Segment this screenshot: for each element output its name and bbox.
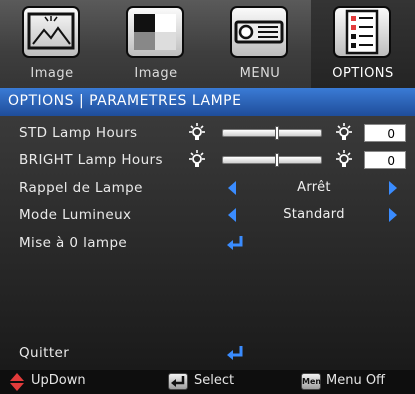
row-std-lamp-hours[interactable]: STD Lamp Hours 0 bbox=[0, 120, 415, 147]
row-rappel-de-lampe[interactable]: Rappel de Lampe Arrêt bbox=[0, 175, 415, 202]
arrow-right-icon[interactable] bbox=[389, 208, 397, 222]
checklist-icon bbox=[333, 6, 391, 58]
tab-image-1[interactable]: Image bbox=[0, 0, 104, 88]
tab-label: OPTIONS bbox=[332, 66, 394, 81]
enter-icon[interactable] bbox=[225, 234, 245, 252]
row-label: Quitter bbox=[19, 345, 70, 361]
bright-lamp-value: 0 bbox=[364, 151, 406, 169]
updown-hint: UpDown bbox=[31, 373, 86, 388]
tab-strip: Image Image MENU OPTIONS bbox=[0, 0, 415, 88]
section-header: OPTIONS | PARAMETRES LAMPE bbox=[0, 88, 415, 116]
tab-label: MENU bbox=[239, 66, 281, 81]
footer-hints: UpDown Select Menu Menu Off bbox=[0, 370, 415, 394]
row-label: Mode Lumineux bbox=[19, 207, 132, 223]
menu-key-icon: Menu bbox=[301, 373, 327, 390]
lamp-bright-icon bbox=[336, 150, 352, 167]
tab-image-2[interactable]: Image bbox=[104, 0, 208, 88]
arrow-left-icon[interactable] bbox=[228, 181, 236, 195]
enter-key-icon bbox=[168, 373, 188, 390]
row-bright-lamp-hours[interactable]: BRIGHT Lamp Hours 0 bbox=[0, 147, 415, 174]
row-label: Rappel de Lampe bbox=[19, 180, 143, 196]
std-lamp-value: 0 bbox=[364, 124, 406, 142]
enter-icon[interactable] bbox=[225, 344, 245, 362]
row-label: Mise à 0 lampe bbox=[19, 235, 128, 251]
option-value: Standard bbox=[283, 207, 345, 222]
tab-menu[interactable]: MENU bbox=[208, 0, 312, 88]
row-mise-a-0-lampe[interactable]: Mise à 0 lampe bbox=[0, 230, 415, 257]
updown-arrows-icon bbox=[10, 373, 24, 391]
row-mode-lumineux[interactable]: Mode Lumineux Standard bbox=[0, 202, 415, 229]
option-value: Arrêt bbox=[297, 180, 331, 195]
bright-lamp-slider[interactable] bbox=[222, 153, 322, 167]
select-hint: Select bbox=[194, 373, 235, 388]
lamp-bright-icon bbox=[336, 123, 352, 140]
lamp-dim-icon bbox=[189, 123, 205, 140]
row-quitter[interactable]: Quitter bbox=[0, 340, 415, 367]
arrow-left-icon[interactable] bbox=[228, 208, 236, 222]
tab-options[interactable]: OPTIONS bbox=[311, 0, 415, 88]
lamp-dim-icon bbox=[189, 150, 205, 167]
slider-knob[interactable] bbox=[275, 126, 279, 140]
slider-knob[interactable] bbox=[275, 153, 279, 167]
page-title: OPTIONS | PARAMETRES LAMPE bbox=[8, 93, 242, 109]
picture-frame-icon bbox=[22, 6, 80, 58]
arrow-right-icon[interactable] bbox=[389, 181, 397, 195]
tab-label: Image bbox=[30, 66, 74, 81]
menu-off-hint: Menu Off bbox=[326, 373, 386, 388]
contrast-icon bbox=[126, 6, 184, 58]
row-label: STD Lamp Hours bbox=[19, 125, 138, 141]
menu-body: STD Lamp Hours 0 BRIGHT Lamp Hours 0 Rap… bbox=[0, 116, 415, 370]
osd-menu: Image Image MENU OPTIONS OPTIONS | PARAM… bbox=[0, 0, 415, 394]
std-lamp-slider[interactable] bbox=[222, 126, 322, 140]
projector-icon bbox=[230, 6, 288, 58]
tab-label: Image bbox=[134, 66, 178, 81]
row-label: BRIGHT Lamp Hours bbox=[19, 152, 163, 168]
